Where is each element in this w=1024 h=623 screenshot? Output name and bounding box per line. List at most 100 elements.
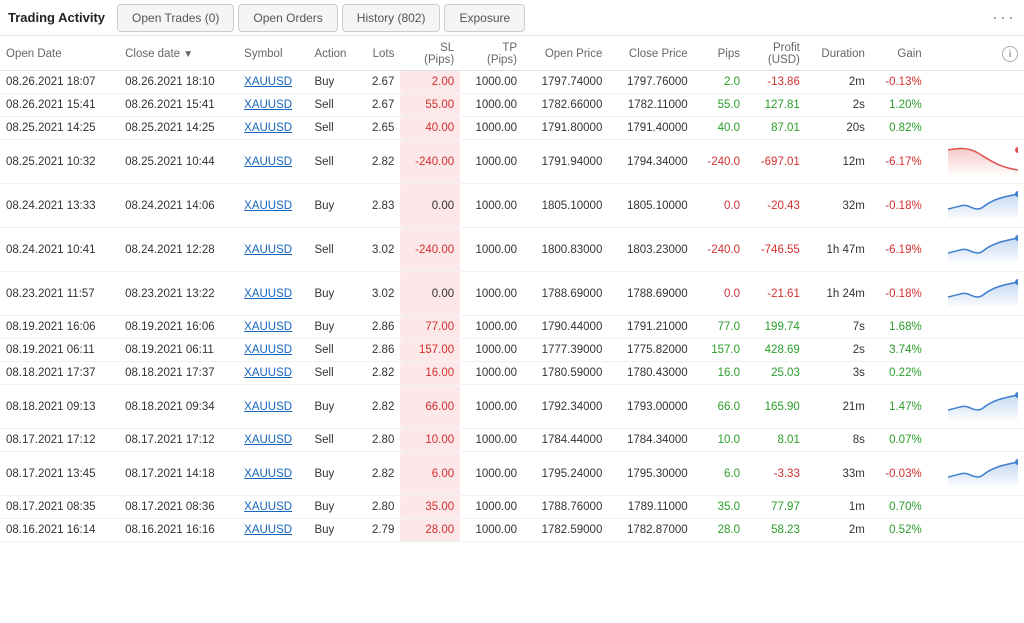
chart-cell xyxy=(928,228,1024,272)
open-price: 1784.44000 xyxy=(523,429,608,452)
col-pips[interactable]: Pips xyxy=(694,36,746,71)
profit: 25.03 xyxy=(746,362,806,385)
close-date: 08.25.2021 14:25 xyxy=(119,117,238,140)
sl-pips: 0.00 xyxy=(400,272,460,316)
tab-history[interactable]: History (802) xyxy=(342,4,441,32)
duration: 20s xyxy=(806,117,871,140)
duration: 1h 24m xyxy=(806,272,871,316)
profit: 8.01 xyxy=(746,429,806,452)
table-row: 08.24.2021 13:33 08.24.2021 14:06 XAUUSD… xyxy=(0,184,1024,228)
col-close-date[interactable]: Close date ▼ xyxy=(119,36,238,71)
profit: 199.74 xyxy=(746,316,806,339)
open-date: 08.18.2021 09:13 xyxy=(0,385,119,429)
sl-pips: 77.00 xyxy=(400,316,460,339)
table-row: 08.25.2021 10:32 08.25.2021 10:44 XAUUSD… xyxy=(0,140,1024,184)
pips: 0.0 xyxy=(694,184,746,228)
symbol[interactable]: XAUUSD xyxy=(238,362,308,385)
symbol[interactable]: XAUUSD xyxy=(238,496,308,519)
gain: 0.07% xyxy=(871,429,928,452)
open-price: 1782.66000 xyxy=(523,94,608,117)
open-price: 1782.59000 xyxy=(523,519,608,542)
col-gain[interactable]: Gain xyxy=(871,36,928,71)
symbol[interactable]: XAUUSD xyxy=(238,429,308,452)
col-action[interactable]: Action xyxy=(308,36,360,71)
close-price: 1797.76000 xyxy=(608,71,693,94)
open-price: 1791.94000 xyxy=(523,140,608,184)
tab-exposure[interactable]: Exposure xyxy=(444,4,525,32)
gain: 0.82% xyxy=(871,117,928,140)
open-date: 08.26.2021 18:07 xyxy=(0,71,119,94)
profit: 127.81 xyxy=(746,94,806,117)
tab-open-orders[interactable]: Open Orders xyxy=(238,4,337,32)
sl-pips: 55.00 xyxy=(400,94,460,117)
gain: 0.70% xyxy=(871,496,928,519)
gain: 1.68% xyxy=(871,316,928,339)
col-lots[interactable]: Lots xyxy=(360,36,400,71)
tp-pips: 1000.00 xyxy=(460,140,523,184)
profit: 58.23 xyxy=(746,519,806,542)
gain: 3.74% xyxy=(871,339,928,362)
symbol[interactable]: XAUUSD xyxy=(238,71,308,94)
open-date: 08.24.2021 10:41 xyxy=(0,228,119,272)
lots: 2.79 xyxy=(360,519,400,542)
close-date: 08.24.2021 14:06 xyxy=(119,184,238,228)
action: Buy xyxy=(308,519,360,542)
action: Buy xyxy=(308,184,360,228)
gain: -6.17% xyxy=(871,140,928,184)
lots: 2.82 xyxy=(360,452,400,496)
chart-cell xyxy=(928,184,1024,228)
col-open-price[interactable]: Open Price xyxy=(523,36,608,71)
symbol[interactable]: XAUUSD xyxy=(238,519,308,542)
col-sl[interactable]: SL(Pips) xyxy=(400,36,460,71)
action: Sell xyxy=(308,339,360,362)
close-date: 08.16.2021 16:16 xyxy=(119,519,238,542)
col-open-date[interactable]: Open Date xyxy=(0,36,119,71)
pips: 40.0 xyxy=(694,117,746,140)
open-price: 1792.34000 xyxy=(523,385,608,429)
col-duration[interactable]: Duration xyxy=(806,36,871,71)
table-row: 08.24.2021 10:41 08.24.2021 12:28 XAUUSD… xyxy=(0,228,1024,272)
symbol[interactable]: XAUUSD xyxy=(238,228,308,272)
close-price: 1805.10000 xyxy=(608,184,693,228)
info-icon[interactable]: i xyxy=(1002,46,1018,62)
duration: 1m xyxy=(806,496,871,519)
col-profit[interactable]: Profit(USD) xyxy=(746,36,806,71)
close-date: 08.17.2021 08:36 xyxy=(119,496,238,519)
more-menu-button[interactable]: ··· xyxy=(992,7,1016,28)
table-row: 08.19.2021 06:11 08.19.2021 06:11 XAUUSD… xyxy=(0,339,1024,362)
pips: 66.0 xyxy=(694,385,746,429)
tab-open-trades[interactable]: Open Trades (0) xyxy=(117,4,234,32)
symbol[interactable]: XAUUSD xyxy=(238,339,308,362)
chart-cell xyxy=(928,94,1024,117)
lots: 2.82 xyxy=(360,362,400,385)
sl-pips: -240.00 xyxy=(400,140,460,184)
symbol[interactable]: XAUUSD xyxy=(238,385,308,429)
symbol[interactable]: XAUUSD xyxy=(238,117,308,140)
symbol[interactable]: XAUUSD xyxy=(238,272,308,316)
open-date: 08.24.2021 13:33 xyxy=(0,184,119,228)
mini-chart xyxy=(948,233,1018,263)
open-price: 1788.76000 xyxy=(523,496,608,519)
symbol[interactable]: XAUUSD xyxy=(238,452,308,496)
tp-pips: 1000.00 xyxy=(460,272,523,316)
action: Sell xyxy=(308,362,360,385)
profit: -697.01 xyxy=(746,140,806,184)
symbol[interactable]: XAUUSD xyxy=(238,140,308,184)
col-close-price[interactable]: Close Price xyxy=(608,36,693,71)
table-row: 08.17.2021 17:12 08.17.2021 17:12 XAUUSD… xyxy=(0,429,1024,452)
sl-pips: 157.00 xyxy=(400,339,460,362)
tp-pips: 1000.00 xyxy=(460,228,523,272)
symbol[interactable]: XAUUSD xyxy=(238,94,308,117)
symbol[interactable]: XAUUSD xyxy=(238,184,308,228)
close-date: 08.17.2021 14:18 xyxy=(119,452,238,496)
open-date: 08.25.2021 14:25 xyxy=(0,117,119,140)
chart-cell xyxy=(928,316,1024,339)
chart-cell xyxy=(928,272,1024,316)
table-row: 08.25.2021 14:25 08.25.2021 14:25 XAUUSD… xyxy=(0,117,1024,140)
duration: 33m xyxy=(806,452,871,496)
col-symbol[interactable]: Symbol xyxy=(238,36,308,71)
close-price: 1782.11000 xyxy=(608,94,693,117)
symbol[interactable]: XAUUSD xyxy=(238,316,308,339)
col-tp[interactable]: TP(Pips) xyxy=(460,36,523,71)
profit: -13.86 xyxy=(746,71,806,94)
